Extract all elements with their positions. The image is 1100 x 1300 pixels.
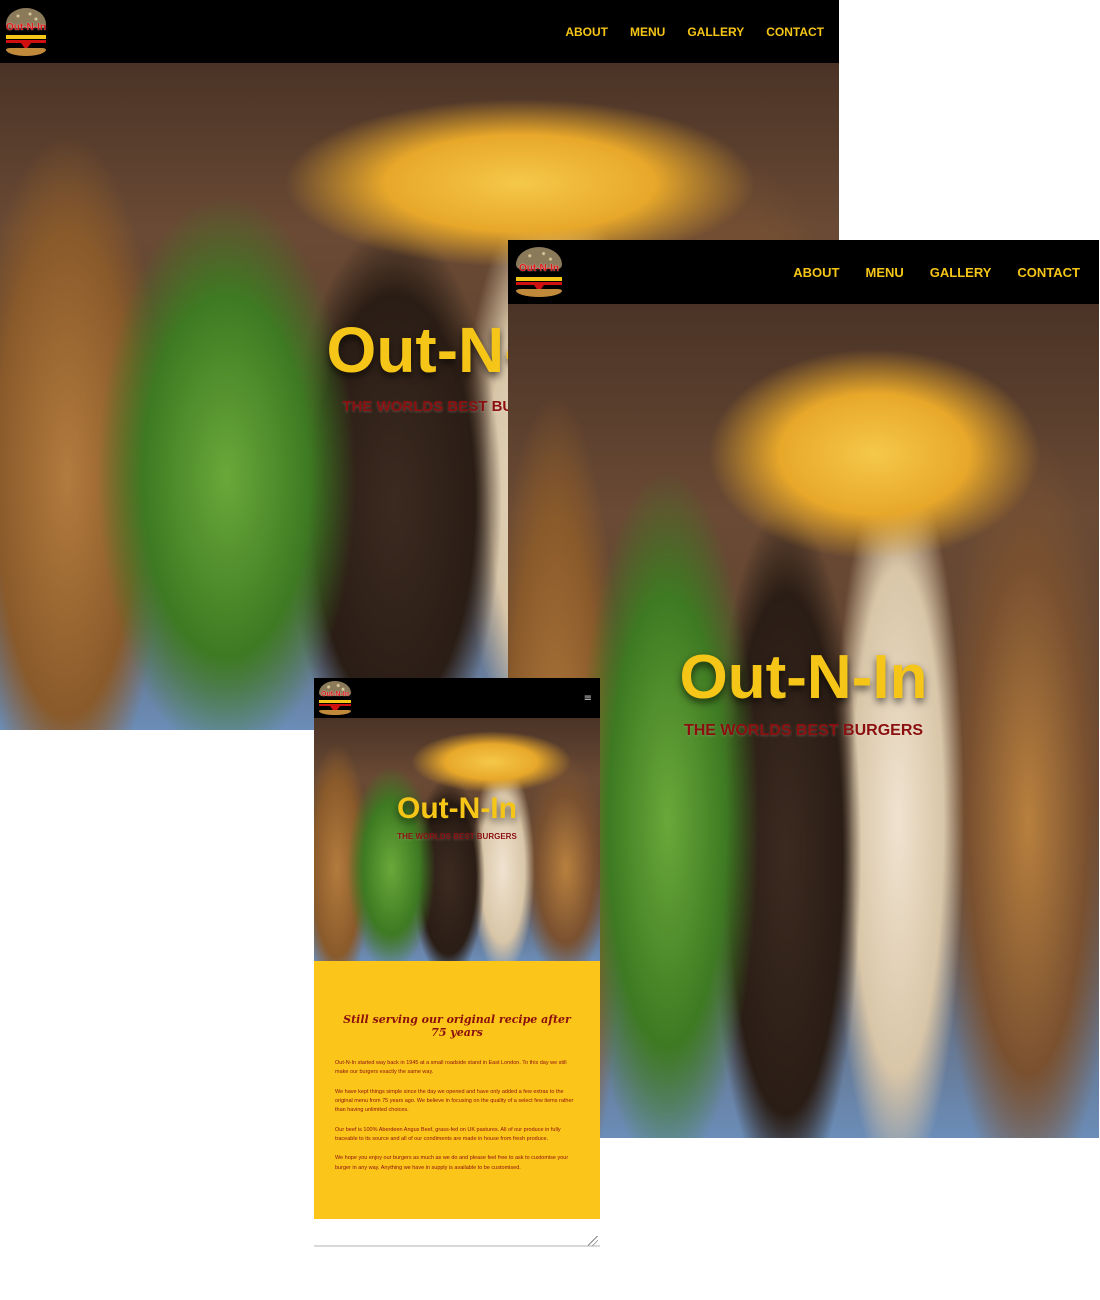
navbar: Out-N-In ABOUT MENU GALLERY CONTACT [0, 0, 839, 63]
logo-cheese-stripe [319, 700, 351, 703]
navbar: Out-N-In ABOUT MENU GALLERY CONTACT [508, 240, 1099, 304]
nav-gallery[interactable]: GALLERY [687, 25, 744, 39]
brand-logo[interactable]: Out-N-In [6, 7, 46, 56]
brand-logo[interactable]: Out-N-In [516, 247, 562, 297]
about-paragraph: Out-N-In started way back in 1945 at a s… [335, 1060, 567, 1076]
nav-about[interactable]: ABOUT [793, 265, 839, 280]
nav-gallery[interactable]: GALLERY [930, 265, 992, 280]
logo-text: Out-N-In [519, 263, 559, 274]
hero-image: Out-N-In THE WORLDS BEST BURGERS [314, 718, 600, 961]
logo-cheese-stripe [6, 34, 46, 39]
brand-logo[interactable]: Out-N-In [319, 681, 351, 715]
bottom-divider [314, 1245, 600, 1247]
logo-bottom-bun-icon [319, 710, 351, 715]
about-paragraph: Our beef is 100% Aberdeen Angus Beef, gr… [335, 1126, 561, 1143]
navbar: Out-N-In ≡ [314, 678, 600, 718]
hamburger-menu-icon[interactable]: ≡ [584, 693, 592, 704]
mobile-mockup: Out-N-In ≡ Out-N-In THE WORLDS BEST BURG… [314, 678, 600, 1248]
logo-bottom-bun-icon [6, 47, 46, 56]
nav-contact[interactable]: CONTACT [766, 25, 824, 39]
nav-links: ABOUT MENU GALLERY CONTACT [543, 25, 824, 39]
about-heading: Still serving our original recipe after … [343, 1013, 571, 1039]
nav-contact[interactable]: CONTACT [1017, 265, 1080, 280]
resize-handle-icon[interactable] [588, 1236, 598, 1246]
nav-about[interactable]: ABOUT [565, 25, 608, 39]
logo-cheese-stripe [516, 277, 562, 281]
logo-text: Out-N-In [321, 691, 349, 698]
hero-title: Out-N-In [397, 792, 517, 825]
nav-menu[interactable]: MENU [865, 265, 903, 280]
logo-text: Out-N-In [6, 21, 46, 33]
nav-menu[interactable]: MENU [630, 25, 665, 39]
hero-subtitle: THE WORLDS BEST BURGERS [397, 832, 517, 841]
about-section: Still serving our original recipe after … [314, 961, 600, 1219]
about-paragraph: We hope you enjoy our burgers as much as… [335, 1155, 569, 1171]
about-paragraph: We have kept things simple since the day… [335, 1088, 574, 1114]
logo-bottom-bun-icon [516, 289, 562, 297]
nav-links: ABOUT MENU GALLERY CONTACT [767, 265, 1080, 280]
